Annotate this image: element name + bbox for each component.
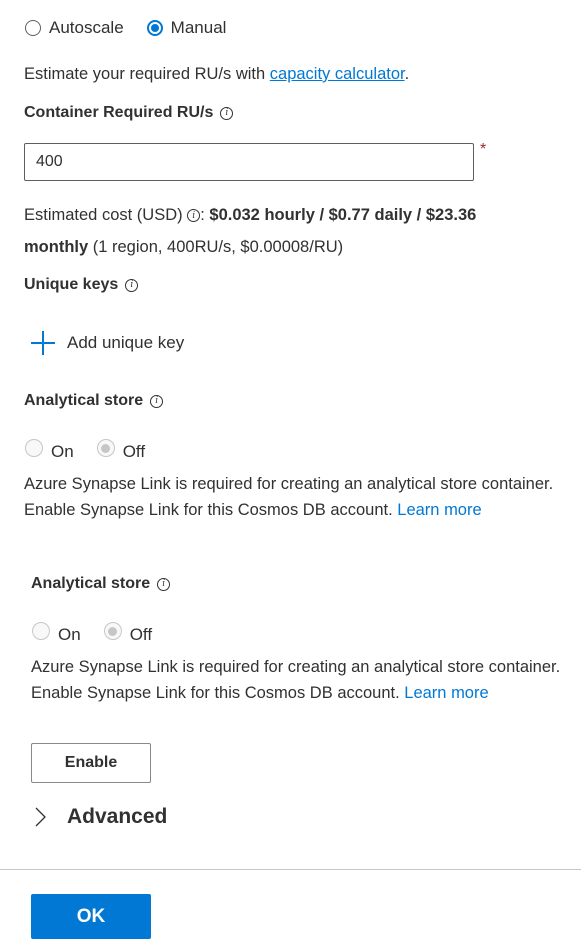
radio-analytical-off[interactable]: Off [96, 434, 146, 462]
analytical-store-label-2: Analytical store i [31, 575, 171, 593]
radio-off-circle[interactable] [96, 439, 115, 457]
info-icon[interactable]: i [125, 278, 139, 292]
radio-on-label: On [51, 442, 74, 461]
info-icon[interactable]: i [157, 577, 171, 591]
required-rus-input[interactable]: 400 [24, 143, 474, 181]
cost-prefix: Estimated cost (USD) [24, 206, 188, 224]
add-unique-key-button[interactable]: Add unique key [30, 330, 184, 356]
synapse-message: Azure Synapse Link is required for creat… [24, 471, 564, 523]
throughput-mode-group: Autoscale Manual [25, 18, 226, 38]
radio-analytical-off-2[interactable]: Off [103, 617, 153, 645]
radio-off-circle-2[interactable] [103, 622, 122, 640]
analytical-store-label-text: Analytical store [24, 392, 144, 409]
advanced-toggle[interactable]: Advanced [31, 803, 167, 831]
plus-icon [31, 331, 55, 355]
radio-off-label-2: Off [129, 625, 153, 644]
chevron-right-icon [35, 807, 46, 827]
required-rus-label-text: Container Required RU/s [24, 104, 214, 121]
info-icon[interactable]: i [187, 209, 201, 223]
required-rus-value: 400 [36, 153, 63, 170]
analytical-store-radio-group-2: On Off [32, 617, 152, 645]
estimate-suffix: . [404, 65, 410, 83]
unique-keys-label-text: Unique keys [24, 276, 119, 293]
advanced-label: Advanced [67, 805, 168, 828]
radio-on-label-2: On [58, 625, 81, 644]
cost-detail: (1 region, 400RU/s, $0.00008/RU) [88, 238, 344, 256]
add-unique-key-label: Add unique key [67, 333, 185, 352]
required-rus-label: Container Required RU/s i [24, 104, 234, 122]
synapse-message-2: Azure Synapse Link is required for creat… [31, 654, 571, 706]
ok-button[interactable]: OK [31, 894, 151, 939]
learn-more-link[interactable]: Learn more [397, 501, 481, 519]
cost-monthly: monthly [24, 238, 89, 256]
analytical-store-label-text-2: Analytical store [31, 575, 151, 592]
radio-analytical-on[interactable]: On [25, 434, 74, 462]
radio-manual[interactable]: Manual [146, 18, 227, 38]
required-marker: * [480, 141, 487, 158]
radio-manual-label: Manual [170, 18, 227, 37]
radio-on-circle[interactable] [25, 439, 43, 457]
radio-manual-circle[interactable] [146, 20, 163, 36]
radio-analytical-on-2[interactable]: On [32, 617, 81, 645]
capacity-calculator-link[interactable]: capacity calculator [270, 65, 405, 83]
estimate-text: Estimate your required RU/s with capacit… [24, 61, 409, 87]
analytical-store-label: Analytical store i [24, 392, 164, 410]
estimate-prefix: Estimate your required RU/s with [24, 65, 270, 83]
learn-more-link-2[interactable]: Learn more [404, 684, 488, 702]
unique-keys-label: Unique keys i [24, 276, 139, 294]
radio-autoscale-circle[interactable] [25, 20, 41, 36]
radio-autoscale[interactable]: Autoscale [25, 18, 124, 38]
estimated-cost: Estimated cost (USD) i: $0.032 hourly / … [24, 199, 564, 263]
info-icon[interactable]: i [150, 394, 164, 408]
radio-on-circle-2[interactable] [32, 622, 50, 640]
enable-button[interactable]: Enable [31, 743, 151, 783]
footer-divider [0, 869, 581, 870]
cost-amounts: $0.032 hourly / $0.77 daily / $23.36 [204, 206, 477, 224]
radio-off-label: Off [122, 442, 146, 461]
radio-autoscale-label: Autoscale [49, 18, 124, 37]
info-icon[interactable]: i [220, 106, 234, 120]
analytical-store-radio-group: On Off [25, 434, 145, 462]
